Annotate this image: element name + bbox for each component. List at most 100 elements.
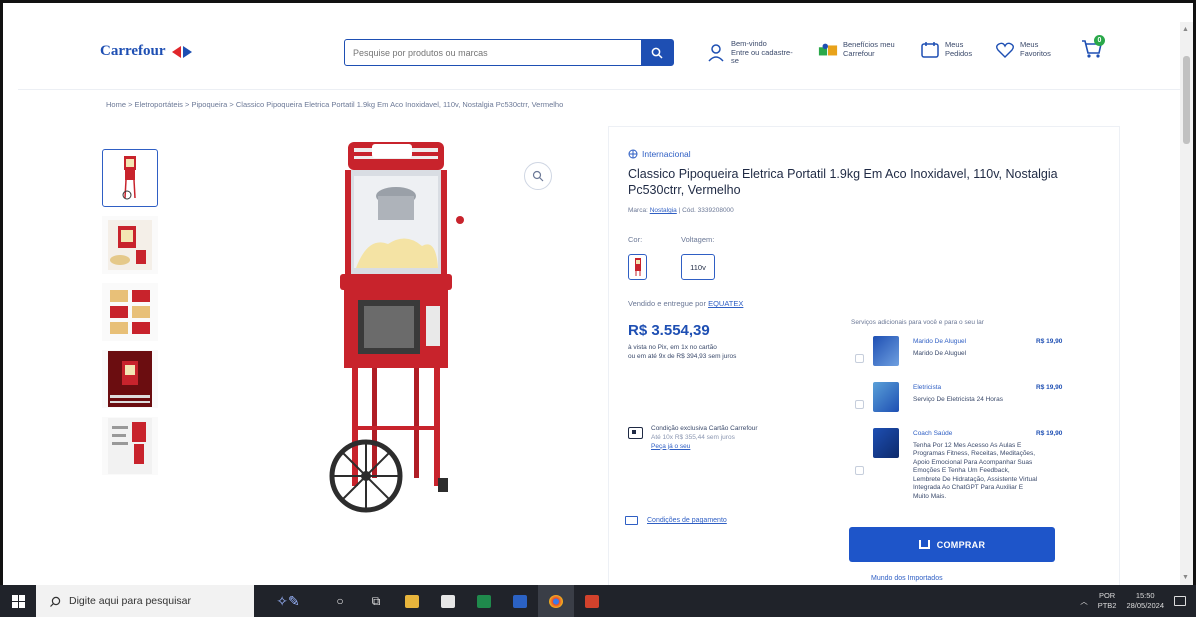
buy-button[interactable]: COMPRAR bbox=[849, 527, 1055, 562]
benefits-icon bbox=[818, 40, 838, 60]
search-bar bbox=[344, 39, 674, 66]
windows-icon bbox=[11, 594, 25, 608]
zoom-icon bbox=[532, 170, 544, 182]
page-content: Carrefour Bem-vindoEntre ou cadastre-se … bbox=[18, 22, 1180, 585]
thumbnail-list bbox=[102, 149, 160, 484]
tray-chevron-icon[interactable]: ︿ bbox=[1080, 596, 1088, 607]
service-checkbox[interactable] bbox=[855, 466, 864, 475]
system-tray: ︿ POR PTB2 15:50 28/05/2024 bbox=[1080, 585, 1196, 617]
search-highlight-icon: ✧✎ bbox=[276, 592, 300, 609]
zoom-button[interactable] bbox=[524, 162, 552, 190]
account-link[interactable]: Bem-vindo Entre ou cadastre-se bbox=[706, 39, 795, 66]
thumbnail-3[interactable] bbox=[102, 283, 158, 341]
cortana-icon[interactable]: ○ bbox=[322, 585, 358, 617]
globe-icon bbox=[628, 149, 638, 159]
taskbar-search-placeholder: Digite aqui para pesquisar bbox=[69, 595, 191, 607]
favorites-link[interactable]: Meus Favoritos bbox=[995, 40, 1060, 60]
product-main-image[interactable] bbox=[288, 136, 508, 538]
browser-scrollbar[interactable]: ▲ ▼ bbox=[1180, 22, 1193, 585]
notification-icon[interactable] bbox=[1174, 596, 1186, 606]
start-button[interactable] bbox=[0, 585, 36, 617]
payment-icon bbox=[625, 516, 638, 525]
account-line2: Entre ou cadastre-se bbox=[731, 47, 793, 66]
service-image bbox=[873, 336, 899, 366]
favorites-line2: Favoritos bbox=[1020, 49, 1051, 58]
orders-line2: Pedidos bbox=[945, 49, 973, 58]
service-item: Coach Saúde Tenha Por 12 Mes Acesso As A… bbox=[851, 428, 1101, 524]
brand-link[interactable]: Nostalgia bbox=[650, 207, 677, 214]
user-icon bbox=[706, 43, 726, 63]
search-icon bbox=[50, 596, 61, 607]
word-icon[interactable] bbox=[502, 585, 538, 617]
services-title: Serviços adicionais para você e para o s… bbox=[851, 319, 984, 326]
imported-world-link[interactable]: Mundo dos Importados bbox=[871, 575, 943, 582]
voltage-option-110v[interactable]: 110v bbox=[681, 254, 715, 280]
search-button[interactable] bbox=[641, 40, 673, 65]
price-line2: ou em até 9x de R$ 394,93 sem juros bbox=[628, 352, 737, 360]
service-price: R$ 19,90 bbox=[1036, 338, 1063, 345]
service-checkbox[interactable] bbox=[855, 400, 864, 409]
lang-line2: PTB2 bbox=[1097, 601, 1117, 610]
lang-line1: POR bbox=[1098, 590, 1116, 600]
buy-button-label: COMPRAR bbox=[936, 539, 986, 550]
orders-icon bbox=[920, 40, 940, 60]
benefits-line2: Carrefour bbox=[843, 49, 875, 58]
orders-link[interactable]: Meus Pedidos bbox=[920, 40, 983, 60]
carrefour-logo[interactable]: Carrefour bbox=[100, 43, 194, 60]
brand-line: Marca: Nostalgia | Cód. 3339208000 bbox=[628, 207, 734, 214]
service-checkbox[interactable] bbox=[855, 354, 864, 363]
color-swatch-image bbox=[634, 258, 641, 276]
additional-services: Serviços adicionais para você e para o s… bbox=[851, 319, 1101, 526]
scrollbar-thumb[interactable] bbox=[1183, 56, 1190, 144]
thumbnail-4[interactable] bbox=[102, 350, 158, 408]
breadcrumb[interactable]: Home > Eletroportáteis > Pipoqueira > Cl… bbox=[106, 100, 563, 109]
excel-icon[interactable] bbox=[466, 585, 502, 617]
logo-text: Carrefour bbox=[100, 43, 166, 59]
search-input[interactable] bbox=[345, 40, 641, 65]
payment-conditions[interactable]: Condições de pagamento bbox=[625, 516, 727, 525]
cart-count-badge: 0 bbox=[1094, 35, 1105, 46]
task-view-icon[interactable]: ⧉ bbox=[358, 585, 394, 617]
card-offer-link[interactable]: Peça já o seu bbox=[651, 443, 821, 452]
thumbnail-2[interactable] bbox=[102, 216, 158, 274]
brand-prefix: Marca: bbox=[628, 207, 648, 214]
card-offer-line1: Condição exclusiva Cartão Carrefour bbox=[651, 425, 758, 432]
product-price: R$ 3.554,39 bbox=[628, 322, 710, 339]
scroll-down-arrow-icon[interactable]: ▼ bbox=[1182, 574, 1189, 581]
cart-button[interactable]: 0 bbox=[1081, 35, 1105, 65]
search-icon bbox=[651, 47, 663, 59]
product-sku: | Cód. 3339208000 bbox=[678, 207, 734, 214]
payment-conditions-link[interactable]: Condições de pagamento bbox=[647, 517, 727, 524]
service-image bbox=[873, 382, 899, 412]
service-name: Marido De Aluguel bbox=[913, 338, 967, 345]
site-header: Carrefour Bem-vindoEntre ou cadastre-se … bbox=[18, 22, 1180, 90]
service-item: Marido De Aluguel Marido De Aluguel R$ 1… bbox=[851, 336, 1101, 380]
seller-link[interactable]: EQUATEX bbox=[708, 299, 743, 308]
product-info-panel: Internacional Classico Pipoqueira Eletri… bbox=[608, 126, 1120, 585]
color-label: Cor: bbox=[628, 235, 643, 244]
card-offer: Condição exclusiva Cartão Carrefour Até … bbox=[628, 425, 821, 451]
taskbar-search[interactable]: Digite aqui para pesquisar bbox=[36, 585, 254, 617]
windows-taskbar: Digite aqui para pesquisar ✧✎ ○ ⧉ ︿ POR … bbox=[0, 585, 1196, 617]
international-badge: Internacional bbox=[628, 149, 691, 159]
international-label: Internacional bbox=[642, 149, 691, 159]
cart-icon bbox=[918, 540, 930, 549]
scroll-up-arrow-icon[interactable]: ▲ bbox=[1182, 26, 1189, 33]
service-desc: Serviço De Eletricista 24 Horas bbox=[913, 396, 1003, 403]
mail-icon[interactable] bbox=[430, 585, 466, 617]
card-offer-line2: Até 10x R$ 355,44 sem juros bbox=[651, 433, 735, 441]
thumbnail-1[interactable] bbox=[102, 149, 158, 207]
sold-by-prefix: Vendido e entregue por bbox=[628, 299, 706, 308]
service-name: Eletricista bbox=[913, 384, 942, 391]
service-price: R$ 19,90 bbox=[1036, 430, 1063, 437]
benefits-link[interactable]: Benefícios meu Carrefour bbox=[818, 40, 907, 60]
color-option-red[interactable] bbox=[628, 254, 647, 280]
sold-by-line: Vendido e entregue por EQUATEX bbox=[628, 299, 743, 308]
language-indicator[interactable]: POR PTB2 bbox=[1098, 591, 1117, 611]
file-explorer-icon[interactable] bbox=[394, 585, 430, 617]
thumbnail-5[interactable] bbox=[102, 417, 158, 475]
chrome-icon[interactable] bbox=[538, 585, 574, 617]
clock-time: 15:50 bbox=[1135, 590, 1155, 600]
clock[interactable]: 15:50 28/05/2024 bbox=[1126, 591, 1164, 611]
app-icon[interactable] bbox=[574, 585, 610, 617]
